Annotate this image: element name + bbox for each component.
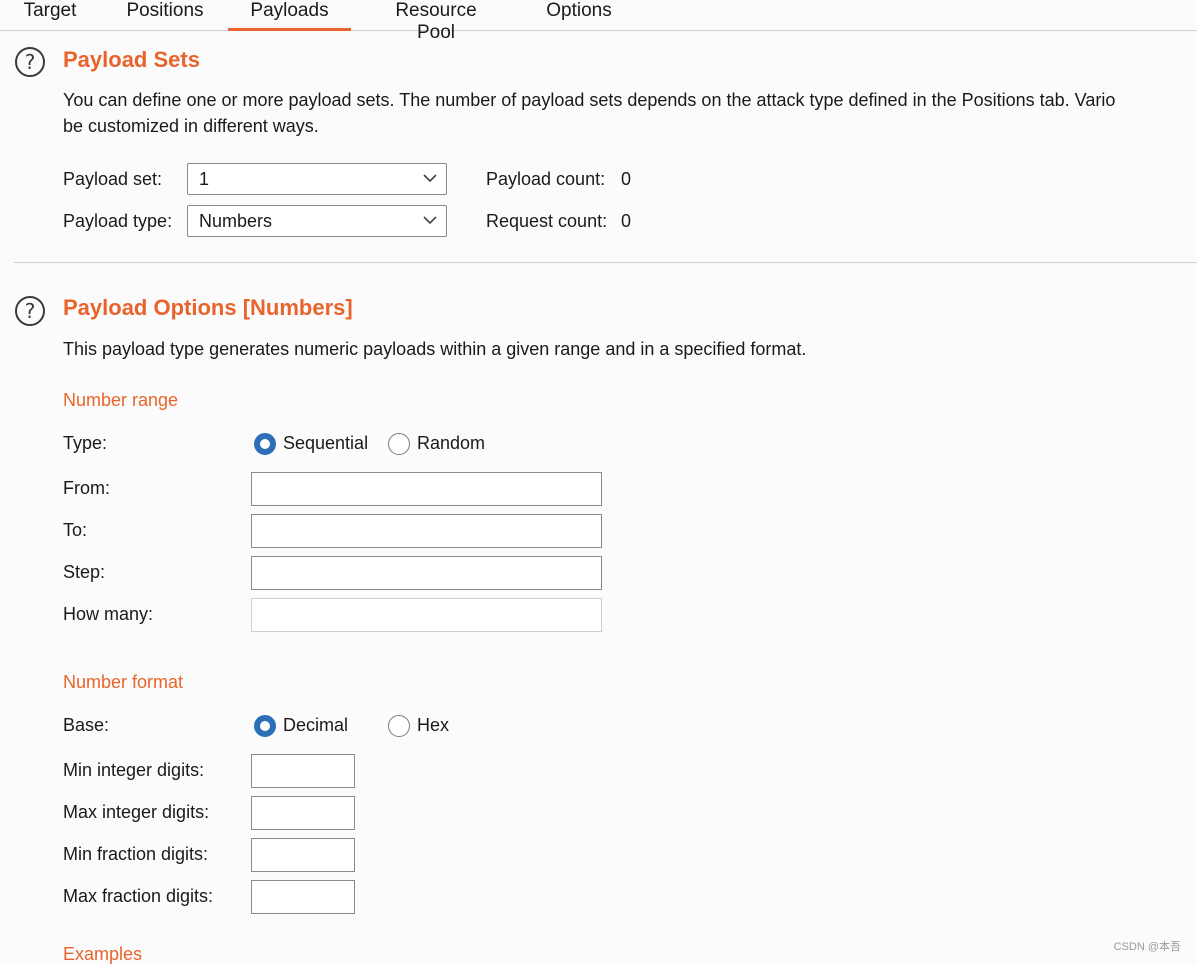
help-icon[interactable]: ? [15,47,45,77]
payload-sets-title: Payload Sets [63,47,200,72]
tab-bar: Target Positions Payloads Resource Pool … [0,0,1197,43]
decimal-radio[interactable] [254,715,276,737]
examples-heading: Examples [63,944,143,964]
max-fraction-digits-input[interactable] [251,880,355,914]
payload-sets-description-line2: be customized in different ways. [63,116,319,136]
how-many-label: How many: [63,604,154,624]
random-label[interactable]: Random [417,433,485,454]
max-integer-digits-label: Max integer digits: [63,802,210,822]
min-integer-digits-input[interactable] [251,754,355,788]
payload-count-label: Payload count: [486,169,606,189]
to-label: To: [63,520,88,540]
sequential-label[interactable]: Sequential [283,433,368,454]
max-fraction-digits-label: Max fraction digits: [63,886,214,906]
payload-set-label: Payload set: [63,169,163,189]
help-icon[interactable]: ? [15,296,45,326]
request-count-value: 0 [621,211,632,231]
base-label: Base: [63,715,110,735]
payload-options-description: This payload type generates numeric payl… [63,339,807,359]
hex-label[interactable]: Hex [417,715,449,736]
from-input[interactable] [251,472,602,506]
decimal-label[interactable]: Decimal [283,715,348,736]
payload-type-label: Payload type: [63,211,173,231]
payload-set-select[interactable]: 1 [187,163,447,195]
tab-resource-pool[interactable]: Resource Pool [374,0,498,43]
section-divider [14,262,1197,263]
tab-positions[interactable]: Positions [124,0,206,30]
request-count-label: Request count: [486,211,608,231]
payload-count-value: 0 [621,169,632,189]
payload-options-title: Payload Options [Numbers] [63,295,353,320]
step-label: Step: [63,562,106,582]
max-integer-digits-input[interactable] [251,796,355,830]
payload-sets-description-line1: You can define one or more payload sets.… [63,90,1116,110]
chevron-down-icon [423,216,437,225]
sequential-radio[interactable] [254,433,276,455]
payload-type-select[interactable]: Numbers [187,205,447,237]
payload-set-value: 1 [199,169,210,189]
range-type-label: Type: [63,433,108,453]
number-format-heading: Number format [63,672,184,692]
random-radio[interactable] [388,433,410,455]
min-fraction-digits-input[interactable] [251,838,355,872]
how-many-input [251,598,602,632]
min-integer-digits-label: Min integer digits: [63,760,205,780]
watermark: CSDN @本吾 [1113,941,1181,953]
tab-payloads[interactable]: Payloads [228,0,351,31]
tab-target[interactable]: Target [20,0,80,30]
from-label: From: [63,478,110,498]
chevron-down-icon [423,174,437,183]
step-input[interactable] [251,556,602,590]
tab-options[interactable]: Options [542,0,616,30]
number-range-heading: Number range [63,390,179,410]
hex-radio[interactable] [388,715,410,737]
payload-type-value: Numbers [199,211,273,231]
to-input[interactable] [251,514,602,548]
min-fraction-digits-label: Min fraction digits: [63,844,209,864]
